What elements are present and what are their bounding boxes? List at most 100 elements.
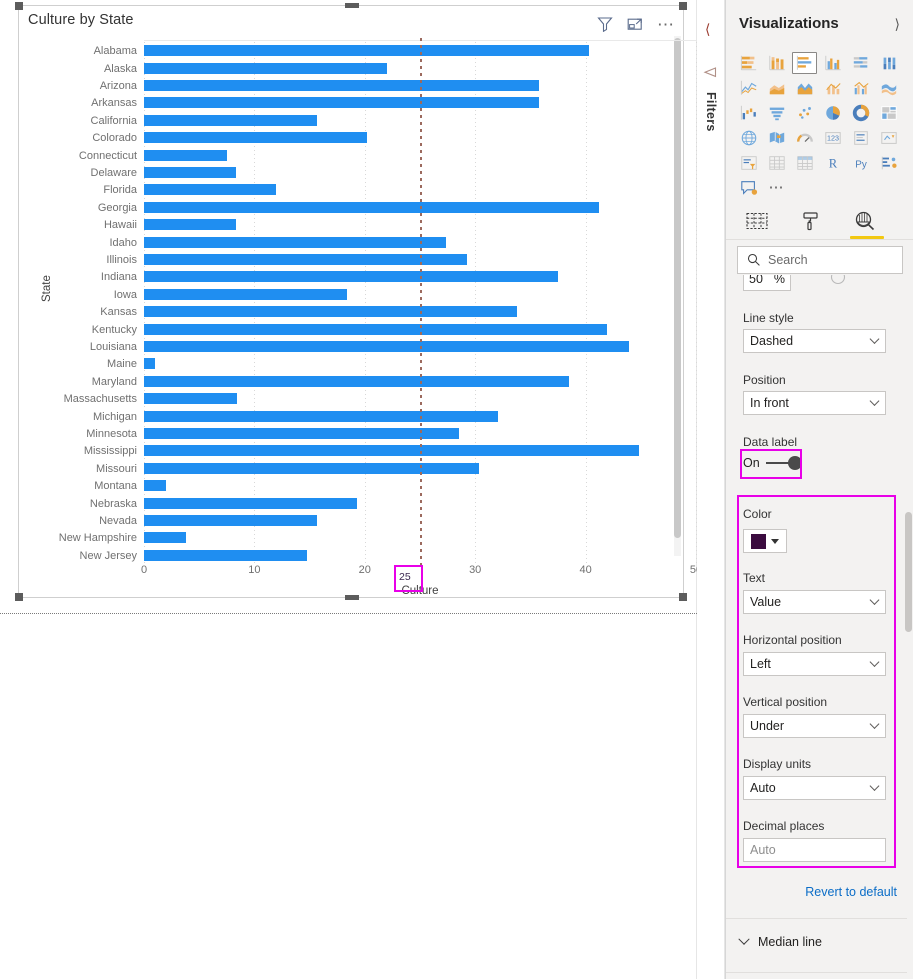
filter-icon[interactable] bbox=[597, 16, 614, 33]
ribbon-chart-icon[interactable] bbox=[876, 77, 901, 99]
more-options-icon[interactable]: ⋯ bbox=[657, 16, 675, 33]
selection-handle-bottom-right[interactable] bbox=[679, 593, 687, 601]
bar[interactable] bbox=[144, 114, 318, 126]
bar[interactable] bbox=[144, 254, 468, 265]
bar[interactable] bbox=[144, 184, 277, 196]
bar[interactable] bbox=[144, 306, 518, 318]
format-tab[interactable] bbox=[796, 206, 826, 236]
transparency-percent-input[interactable]: 50 % bbox=[743, 275, 791, 291]
search-input[interactable]: Search bbox=[737, 246, 903, 274]
bar[interactable] bbox=[144, 97, 540, 109]
bar[interactable] bbox=[144, 288, 348, 300]
bar[interactable] bbox=[144, 358, 156, 370]
visualization-type-gallery[interactable]: 123 R Py ⋯ bbox=[736, 52, 906, 201]
clustered-bar-chart[interactable]: Alabama Alaska Arizona Arkansas California Co… bbox=[19, 34, 702, 598]
bar[interactable] bbox=[144, 462, 479, 474]
treemap-icon[interactable] bbox=[876, 102, 901, 124]
bar[interactable] bbox=[144, 219, 236, 231]
bar[interactable] bbox=[144, 323, 607, 335]
median-line-section[interactable]: Median line bbox=[738, 933, 822, 949]
average-reference-line[interactable] bbox=[420, 38, 422, 566]
line-style-dropdown[interactable]: Dashed bbox=[743, 329, 886, 353]
selection-handle-top-center[interactable] bbox=[345, 3, 359, 8]
bar[interactable] bbox=[144, 549, 308, 561]
funnel-chart-icon[interactable] bbox=[764, 102, 789, 124]
bar[interactable] bbox=[144, 375, 570, 387]
bar[interactable] bbox=[144, 515, 318, 526]
key-influencers-icon[interactable] bbox=[876, 152, 901, 174]
r-script-visual-icon[interactable]: R bbox=[820, 152, 845, 174]
clustered-column-chart-icon[interactable] bbox=[820, 52, 845, 74]
vertical-position-dropdown[interactable]: Under bbox=[743, 714, 886, 738]
more-visuals-icon[interactable]: ⋯ bbox=[764, 177, 789, 199]
bar[interactable] bbox=[144, 480, 167, 492]
pie-chart-icon[interactable] bbox=[820, 102, 845, 124]
selection-handle-top-left[interactable] bbox=[15, 2, 23, 10]
visualizations-pane-tabs[interactable] bbox=[726, 202, 913, 240]
color-picker-circle[interactable] bbox=[830, 275, 846, 285]
bar[interactable] bbox=[144, 497, 358, 509]
matrix-icon[interactable] bbox=[792, 152, 817, 174]
100-percent-stacked-bar-chart-icon[interactable] bbox=[848, 52, 873, 74]
bar[interactable] bbox=[144, 62, 387, 74]
bar[interactable] bbox=[144, 410, 499, 422]
selection-handle-bottom-center[interactable] bbox=[345, 595, 359, 600]
smart-narrative-icon[interactable] bbox=[736, 177, 761, 199]
selection-handle-bottom-left[interactable] bbox=[15, 593, 23, 601]
map-icon[interactable] bbox=[736, 127, 761, 149]
revert-to-default-link[interactable]: Revert to default bbox=[726, 885, 897, 899]
bar[interactable] bbox=[144, 80, 540, 91]
visualizations-pane[interactable]: Visualizations ⟩ 123 R Py ⋯ Search 50 % … bbox=[725, 0, 913, 979]
multi-row-card-icon[interactable] bbox=[848, 127, 873, 149]
display-units-dropdown[interactable]: Auto bbox=[743, 776, 886, 800]
chevron-left-icon[interactable]: ⟨ bbox=[705, 22, 710, 36]
bar[interactable] bbox=[144, 341, 629, 352]
gauge-icon[interactable] bbox=[792, 127, 817, 149]
bar[interactable] bbox=[144, 201, 599, 213]
text-dropdown[interactable]: Value bbox=[743, 590, 886, 614]
filters-pane-collapsed[interactable]: ⟨ Filters bbox=[697, 0, 725, 979]
bar[interactable] bbox=[144, 532, 186, 544]
color-picker-button[interactable] bbox=[743, 529, 787, 553]
scatter-chart-icon[interactable] bbox=[792, 102, 817, 124]
selection-handle-top-right[interactable] bbox=[679, 2, 687, 10]
pane-vertical-scrollbar-thumb[interactable] bbox=[905, 512, 912, 632]
bar[interactable] bbox=[144, 45, 589, 57]
analytics-pane-controls[interactable]: 50 % Line style Dashed Position In front… bbox=[726, 275, 907, 979]
stacked-column-chart-icon[interactable] bbox=[764, 52, 789, 74]
bar[interactable] bbox=[144, 428, 459, 439]
chart-visual-container[interactable]: Culture by State ⋯ Alabama Alaska Arizon… bbox=[15, 2, 702, 601]
pane-vertical-scrollbar[interactable] bbox=[905, 278, 912, 878]
data-label-toggle[interactable]: On bbox=[743, 456, 802, 470]
bar[interactable] bbox=[144, 393, 237, 405]
bar[interactable] bbox=[144, 445, 639, 457]
plot-area[interactable]: Alabama Alaska Arizona Arkansas California Co… bbox=[59, 38, 697, 566]
kpi-icon[interactable] bbox=[876, 127, 901, 149]
bar[interactable] bbox=[144, 236, 447, 248]
bar[interactable] bbox=[144, 271, 558, 283]
chevron-right-icon[interactable]: ⟩ bbox=[895, 16, 900, 33]
toggle-switch[interactable] bbox=[765, 456, 802, 470]
waterfall-chart-icon[interactable] bbox=[736, 102, 761, 124]
position-dropdown[interactable]: In front bbox=[743, 391, 886, 415]
donut-chart-icon[interactable] bbox=[848, 102, 873, 124]
decimal-places-input[interactable]: Auto bbox=[743, 838, 886, 862]
line-chart-icon[interactable] bbox=[736, 77, 761, 99]
focus-mode-icon[interactable] bbox=[627, 16, 644, 33]
card-icon[interactable]: 123 bbox=[820, 127, 845, 149]
bar[interactable] bbox=[144, 132, 367, 144]
line-and-stacked-column-chart-icon[interactable] bbox=[820, 77, 845, 99]
stacked-area-chart-icon[interactable] bbox=[792, 77, 817, 99]
horizontal-position-dropdown[interactable]: Left bbox=[743, 652, 886, 676]
100-percent-stacked-column-chart-icon[interactable] bbox=[876, 52, 901, 74]
clustered-bar-chart-icon[interactable] bbox=[792, 52, 817, 74]
area-chart-icon[interactable] bbox=[764, 77, 789, 99]
bar[interactable] bbox=[144, 149, 227, 161]
fields-tab[interactable] bbox=[742, 206, 772, 236]
table-icon[interactable] bbox=[764, 152, 789, 174]
filled-map-icon[interactable] bbox=[764, 127, 789, 149]
python-visual-icon[interactable]: Py bbox=[848, 152, 873, 174]
line-and-clustered-column-chart-icon[interactable] bbox=[848, 77, 873, 99]
stacked-bar-chart-icon[interactable] bbox=[736, 52, 761, 74]
report-canvas[interactable]: Culture by State ⋯ Alabama Alaska Arizon… bbox=[0, 0, 702, 979]
